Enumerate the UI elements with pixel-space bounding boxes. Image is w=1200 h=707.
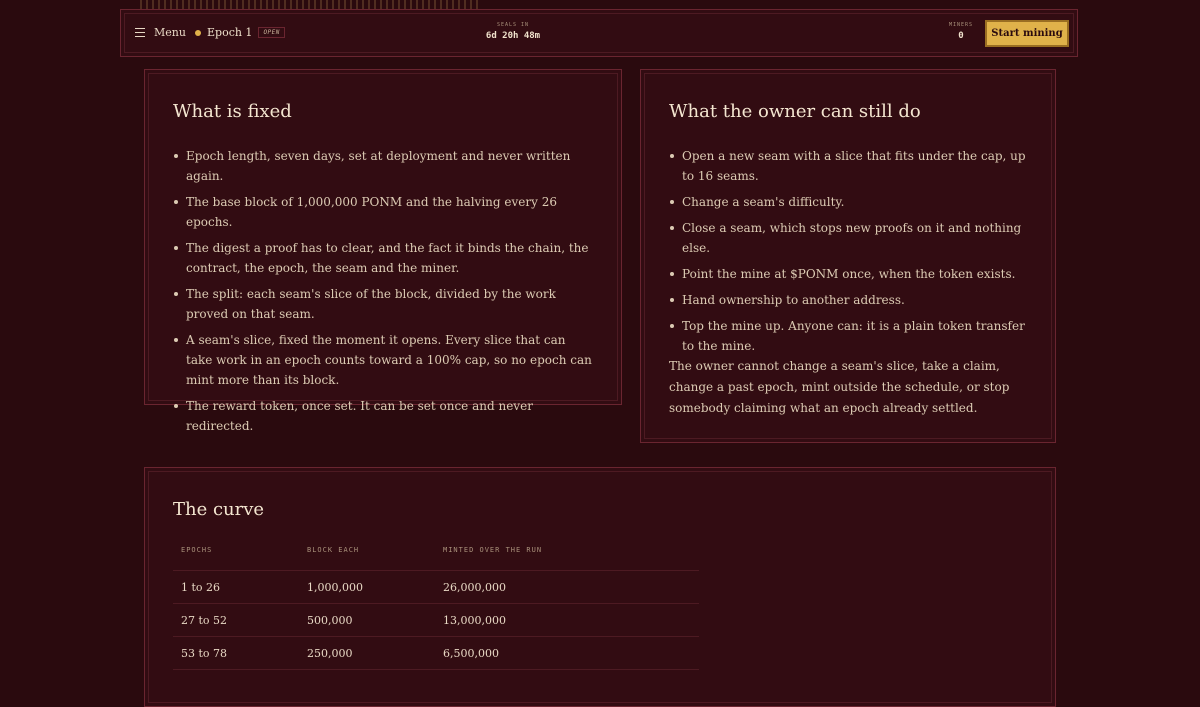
table-cell: 250,000 [299, 636, 435, 670]
table-cell: 13,000,000 [435, 603, 699, 637]
list-item: Open a new seam with a slice that fits u… [669, 146, 1031, 186]
fixed-list: Epoch length, seven days, set at deploym… [173, 146, 593, 442]
menu-icon [135, 28, 145, 37]
list-item: Epoch length, seven days, set at deploym… [173, 146, 593, 186]
list-item: The split: each seam's slice of the bloc… [173, 284, 593, 324]
curve-title: The curve [173, 499, 265, 520]
table-header-row: EPOCHS BLOCK EACH MINTED OVER THE RUN [173, 540, 699, 571]
seals-value: 6d 20h 48m [485, 31, 541, 41]
miners-count: MINERS 0 [941, 22, 981, 41]
list-item: Close a seam, which stops new proofs on … [669, 218, 1031, 258]
table-cell: 26,000,000 [435, 570, 699, 604]
miners-value: 0 [958, 31, 964, 41]
owner-title: What the owner can still do [669, 101, 921, 122]
list-item: A seam's slice, fixed the moment it open… [173, 330, 593, 390]
table-cell: 1 to 26 [173, 570, 299, 604]
table-cell: 27 to 52 [173, 603, 299, 637]
table-cell: 500,000 [299, 603, 435, 637]
owner-list: Open a new seam with a slice that fits u… [669, 146, 1031, 362]
table-cell: 6,500,000 [435, 636, 699, 670]
table-cell: 53 to 78 [173, 636, 299, 670]
column-header: EPOCHS [173, 540, 299, 571]
list-item: The reward token, once set. It can be se… [173, 396, 593, 436]
list-item: Top the mine up. Anyone can: it is a pla… [669, 316, 1031, 356]
fixed-title: What is fixed [173, 101, 292, 122]
owner-card: What the owner can still do Open a new s… [640, 69, 1056, 443]
epoch-label: Epoch 1 [207, 26, 253, 39]
curve-table: EPOCHS BLOCK EACH MINTED OVER THE RUN 1 … [173, 540, 699, 670]
table-row: 53 to 78 250,000 6,500,000 [173, 636, 699, 670]
seals-label: SEALS IN [496, 22, 530, 28]
top-bar: Menu Epoch 1 OPEN SEALS IN 6d 20h 48m MI… [120, 9, 1078, 57]
start-mining-button[interactable]: Start mining [985, 20, 1069, 47]
menu-label: Menu [154, 26, 186, 39]
owner-note: The owner cannot change a seam's slice, … [669, 359, 1010, 415]
list-item: Hand ownership to another address. [669, 290, 1031, 310]
table-row: 1 to 26 1,000,000 26,000,000 [173, 570, 699, 604]
curve-card: The curve EPOCHS BLOCK EACH MINTED OVER … [144, 467, 1056, 707]
table-cell: 1,000,000 [299, 570, 435, 604]
seals-countdown: SEALS IN 6d 20h 48m [483, 22, 543, 41]
fixed-card: What is fixed Epoch length, seven days, … [144, 69, 622, 433]
miners-label: MINERS [948, 22, 974, 28]
menu-button[interactable]: Menu [135, 26, 186, 39]
list-item: The base block of 1,000,000 PONM and the… [173, 192, 593, 232]
list-item: The digest a proof has to clear, and the… [173, 238, 593, 278]
column-header: MINTED OVER THE RUN [435, 540, 699, 571]
status-dot-icon [195, 29, 201, 36]
list-item: Change a seam's difficulty. [669, 192, 1031, 212]
list-item: Point the mine at $PONM once, when the t… [669, 264, 1031, 284]
column-header: BLOCK EACH [299, 540, 435, 571]
epoch-indicator: Epoch 1 OPEN [195, 26, 285, 39]
table-row: 27 to 52 500,000 13,000,000 [173, 603, 699, 637]
status-badge: OPEN [258, 27, 285, 38]
